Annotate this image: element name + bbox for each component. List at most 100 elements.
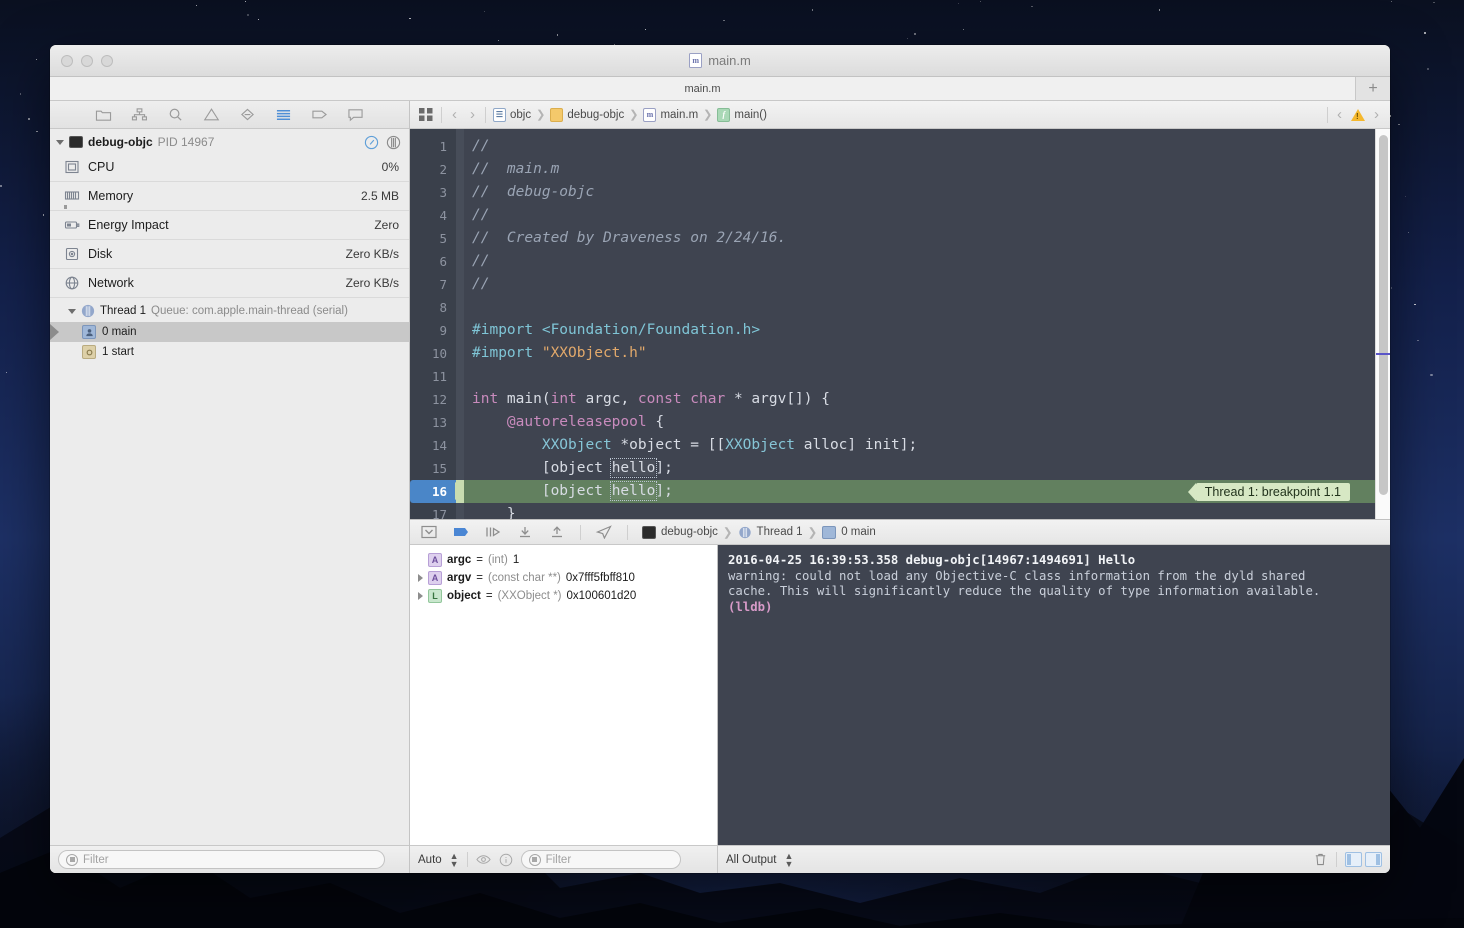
line-number[interactable]: 10 [410, 342, 456, 365]
line-number[interactable]: 4 [410, 204, 456, 227]
gutter-slot[interactable] [456, 388, 464, 411]
code-line[interactable]: #import <Foundation/Foundation.h> [464, 319, 1390, 342]
line-number[interactable]: 14 [410, 434, 456, 457]
line-number[interactable]: 11 [410, 365, 456, 388]
chevron-updown-icon[interactable]: ▲▼ [785, 852, 794, 868]
gutter-slot[interactable] [456, 365, 464, 388]
breadcrumb-item-main-function[interactable]: f main() [717, 108, 767, 122]
gutter-slot[interactable] [456, 457, 464, 480]
current-execution-marker[interactable] [456, 480, 464, 503]
gauge-row-memory[interactable]: Memory 2.5 MB [50, 182, 409, 211]
gutter-slot[interactable] [456, 503, 464, 519]
go-back-button[interactable]: ‹ [449, 107, 460, 122]
debug-list-icon[interactable] [275, 107, 292, 122]
line-number[interactable]: 7 [410, 273, 456, 296]
thread-row[interactable]: Thread 1 Queue: com.apple.main-thread (s… [50, 300, 409, 322]
gutter-slot[interactable] [456, 227, 464, 250]
code-line[interactable]: @autoreleasepool { [464, 411, 1390, 434]
line-number[interactable]: 3 [410, 181, 456, 204]
folder-icon[interactable] [95, 107, 112, 122]
code-line[interactable]: [object hello];Thread 1: breakpoint 1.1 [464, 480, 1390, 503]
gutter-slot[interactable] [456, 296, 464, 319]
panel-toggle-icon[interactable] [420, 525, 438, 539]
gutter-slot[interactable] [456, 250, 464, 273]
navigator-tab-strip[interactable] [50, 101, 409, 129]
step-over-icon[interactable] [484, 525, 502, 539]
code-line[interactable] [464, 296, 1390, 319]
related-items-icon[interactable] [418, 107, 434, 122]
process-row[interactable]: debug-objc PID 14967 [50, 131, 409, 153]
variables-scope-label[interactable]: Auto [418, 854, 442, 866]
line-number[interactable]: 1 [410, 135, 456, 158]
console-output-scope-label[interactable]: All Output [726, 854, 777, 866]
variables-filter-input[interactable]: Filter [521, 850, 681, 869]
line-number[interactable]: 12 [410, 388, 456, 411]
go-forward-button[interactable]: › [467, 107, 478, 122]
code-line[interactable]: // [464, 135, 1390, 158]
gauge-row-energy[interactable]: Energy Impact Zero [50, 211, 409, 240]
code-line[interactable]: // main.m [464, 158, 1390, 181]
disclosure-triangle-icon[interactable] [418, 574, 423, 582]
stack-frame-1-start[interactable]: 1 start [50, 342, 409, 362]
info-icon[interactable] [499, 853, 513, 867]
code-line[interactable]: // [464, 273, 1390, 296]
next-issue-button[interactable]: › [1371, 107, 1382, 122]
disclosure-triangle-icon[interactable] [418, 556, 423, 564]
code-line[interactable]: [object hello]; [464, 457, 1390, 480]
location-arrow-icon[interactable] [595, 525, 613, 539]
gutter-slot[interactable] [456, 158, 464, 181]
gutter-slot[interactable] [456, 273, 464, 296]
line-number[interactable]: 6 [410, 250, 456, 273]
code-line[interactable]: // Created by Draveness on 2/24/16. [464, 227, 1390, 250]
trash-icon[interactable] [1313, 852, 1328, 867]
gauge-view-icon[interactable] [364, 135, 379, 150]
diamond-icon[interactable] [239, 107, 256, 122]
breadcrumb-item-debug-objc[interactable]: debug-objc [550, 108, 624, 122]
code-line[interactable]: // [464, 250, 1390, 273]
gutter-slot[interactable] [456, 434, 464, 457]
code-line[interactable]: int main(int argc, const char * argv[]) … [464, 388, 1390, 411]
gauge-row-cpu[interactable]: CPU 0% [50, 153, 409, 182]
tab-main-m[interactable]: main.m [50, 77, 1356, 100]
thread-view-icon[interactable] [386, 135, 401, 150]
step-out-icon[interactable] [548, 525, 566, 539]
editor-scrollbar[interactable] [1375, 129, 1390, 519]
eye-icon[interactable] [476, 853, 491, 866]
line-number[interactable]: 5 [410, 227, 456, 250]
editor-tabbar[interactable]: main.m + [50, 77, 1390, 101]
line-number[interactable]: 2 [410, 158, 456, 181]
warning-triangle-icon[interactable] [1351, 109, 1365, 121]
show-console-view-button[interactable] [1365, 852, 1382, 867]
speech-bubble-icon[interactable] [347, 107, 364, 122]
line-number[interactable]: 9 [410, 319, 456, 342]
code-line[interactable]: } [464, 503, 1390, 519]
source-editor[interactable]: 123456789101112131415161718 //// main.m/… [410, 129, 1390, 519]
code-line[interactable]: #import "XXObject.h" [464, 342, 1390, 365]
continue-breakpoint-icon[interactable] [452, 525, 470, 539]
disclosure-triangle-icon[interactable] [56, 140, 64, 145]
gutter-slot[interactable] [456, 181, 464, 204]
search-icon[interactable] [167, 107, 184, 122]
line-number[interactable]: 16 [410, 480, 456, 503]
step-into-icon[interactable] [516, 525, 534, 539]
navigator-filter-input[interactable]: Filter [58, 850, 385, 869]
stack-frame-0-main[interactable]: 0 main [50, 322, 409, 342]
gutter-slot[interactable] [456, 135, 464, 158]
gutter-slot[interactable] [456, 411, 464, 434]
debug-breadcrumb[interactable]: debug-objc ❯ Thread 1 ❯ 0 main [642, 525, 876, 539]
line-number[interactable]: 17 [410, 503, 456, 519]
hierarchy-icon[interactable] [131, 107, 148, 122]
show-variables-view-button[interactable] [1345, 852, 1362, 867]
console-output[interactable]: 2016-04-25 16:39:53.358 debug-objc[14967… [718, 545, 1390, 845]
disclosure-triangle-icon[interactable] [418, 592, 423, 600]
gauge-row-disk[interactable]: Disk Zero KB/s [50, 240, 409, 269]
variable-row[interactable]: L object = (XXObject *) 0x100601d20 [410, 587, 717, 605]
add-tab-button[interactable]: + [1356, 77, 1390, 100]
gutter-slot[interactable] [456, 204, 464, 227]
breadcrumb-item-objc[interactable]: ☰ objc [493, 108, 531, 122]
gutter-slot[interactable] [456, 342, 464, 365]
line-number[interactable]: 15 [410, 457, 456, 480]
disclosure-triangle-icon[interactable] [68, 309, 76, 314]
line-number[interactable]: 13 [410, 411, 456, 434]
variables-view[interactable]: A argc = (int) 1 A argv = (const char **… [410, 545, 718, 845]
